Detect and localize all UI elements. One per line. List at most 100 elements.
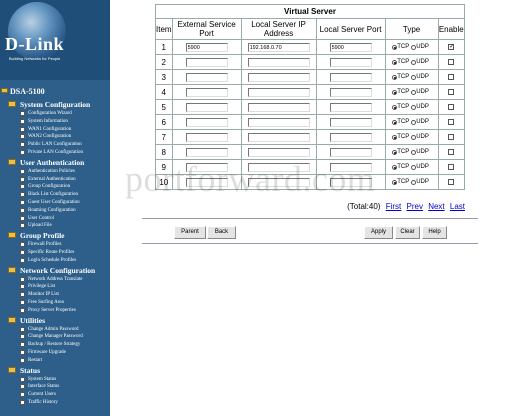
menu-item[interactable]: Private LAN Configuration [0, 149, 110, 157]
row-number: 5 [155, 99, 173, 115]
enable-checkbox[interactable] [448, 134, 455, 141]
menu-item[interactable]: Interface Status [0, 383, 110, 391]
folder-icon [8, 101, 16, 107]
menu-group[interactable]: Group Profile [0, 230, 110, 241]
menu-item[interactable]: Monitor IP List [0, 291, 110, 299]
menu-item[interactable]: System Information [0, 118, 110, 126]
tcp-label: TCP [397, 59, 410, 66]
menu-group[interactable]: System Configuration [0, 99, 110, 110]
menu-item[interactable]: Firewall Profiles [0, 241, 110, 249]
menu-group[interactable]: Utilities [0, 315, 110, 326]
tcp-label: TCP [397, 119, 410, 126]
page-icon [20, 168, 25, 174]
next-page-link[interactable]: Next [428, 202, 444, 211]
menu-group[interactable]: Network Configuration [0, 265, 110, 276]
dlink-logo: D-Link Building Networks for People [0, 0, 110, 80]
menu-item[interactable]: WAN1 Configuration [0, 126, 110, 134]
prev-page-link[interactable]: Prev [407, 202, 423, 211]
tcp-label: TCP [397, 74, 410, 81]
back-button[interactable]: Back [207, 226, 236, 239]
local-port-input[interactable] [329, 57, 372, 67]
menu-item[interactable]: Backup / Restore Strategy [0, 341, 110, 349]
enable-checkbox[interactable] [448, 74, 455, 81]
menu-item[interactable]: Privilege List [0, 283, 110, 291]
local-ip-input[interactable]: 192.168.0.70 [247, 42, 310, 52]
menu-item[interactable]: Network Address Translate [0, 276, 110, 284]
enable-checkbox[interactable] [448, 179, 455, 186]
menu-item[interactable]: Upload File [0, 222, 110, 230]
last-page-link[interactable]: Last [450, 202, 465, 211]
menu-item[interactable]: Authentication Policies [0, 168, 110, 176]
external-port-input[interactable] [185, 117, 228, 127]
external-port-input[interactable] [185, 57, 228, 67]
apply-button[interactable]: Apply [364, 226, 393, 239]
menu-item[interactable]: Guest User Configuration [0, 199, 110, 207]
menu-item[interactable]: User Control [0, 215, 110, 223]
local-port-input[interactable] [329, 72, 372, 82]
local-port-input[interactable] [329, 102, 372, 112]
external-port-input[interactable] [185, 102, 228, 112]
external-port-input[interactable]: 5900 [185, 42, 228, 52]
page-icon [20, 149, 25, 155]
enable-checkbox[interactable] [448, 119, 455, 126]
parent-button[interactable]: Parent [174, 226, 206, 239]
menu-item[interactable]: External Authentication [0, 176, 110, 184]
menu-item[interactable]: WAN2 Configuration [0, 133, 110, 141]
enable-checkbox[interactable] [448, 164, 455, 171]
external-port-input[interactable] [185, 87, 228, 97]
external-port-input[interactable] [185, 147, 228, 157]
menu-item[interactable]: Current Users [0, 391, 110, 399]
local-ip-input[interactable] [247, 102, 310, 112]
clear-button[interactable]: Clear [395, 226, 420, 239]
menu-item[interactable]: Configuration Wizard [0, 110, 110, 118]
page-icon [20, 392, 25, 398]
total-count: (Total:40) [347, 202, 381, 211]
local-ip-input[interactable] [247, 57, 310, 67]
menu-item[interactable]: Specific Route Profiles [0, 249, 110, 257]
local-ip-input[interactable] [247, 132, 310, 142]
local-port-input[interactable] [329, 87, 372, 97]
enable-checkbox[interactable] [448, 149, 455, 156]
enable-checkbox[interactable] [448, 104, 455, 111]
local-port-input[interactable] [329, 117, 372, 127]
menu-group[interactable]: Status [0, 365, 110, 376]
menu-item[interactable]: Firmware Upgrade [0, 349, 110, 357]
page-icon [20, 249, 25, 255]
udp-label: UDP [416, 44, 429, 51]
external-port-input[interactable] [185, 72, 228, 82]
help-button[interactable]: Help [422, 226, 447, 239]
local-port-input[interactable] [329, 132, 372, 142]
menu-item[interactable]: Change Admin Password [0, 326, 110, 334]
local-ip-input[interactable] [247, 87, 310, 97]
external-port-input[interactable] [185, 132, 228, 142]
local-ip-input[interactable] [247, 72, 310, 82]
menu-item[interactable]: Public LAN Configuration [0, 141, 110, 149]
tcp-label: TCP [397, 104, 410, 111]
menu-item[interactable]: Login Schedule Profiles [0, 257, 110, 265]
menu-item[interactable]: System Status [0, 376, 110, 384]
row-number: 7 [155, 129, 173, 145]
menu-item[interactable]: Group Configuration [0, 183, 110, 191]
menu-item[interactable]: Change Manager Password [0, 333, 110, 341]
menu-item[interactable]: Proxy Server Properties [0, 307, 110, 315]
pagination: (Total:40) First Prev Next Last [347, 202, 465, 211]
menu-item[interactable]: Free Surfing Area [0, 299, 110, 307]
device-model[interactable]: DSA-5100 [0, 82, 110, 99]
menu-group[interactable]: User Authentication [0, 157, 110, 168]
menu-item[interactable]: Traffic History [0, 399, 110, 407]
enable-checkbox[interactable]: ✓ [448, 44, 454, 51]
menu-item[interactable]: Roaming Configuration [0, 207, 110, 215]
local-port-input[interactable] [329, 147, 372, 157]
local-ip-input[interactable] [247, 147, 310, 157]
menu-item[interactable]: Black List Configuration [0, 191, 110, 199]
enable-checkbox[interactable] [448, 59, 455, 66]
udp-label: UDP [416, 149, 429, 156]
page-icon [20, 384, 25, 390]
enable-checkbox[interactable] [448, 89, 455, 96]
menu-item[interactable]: Restart [0, 357, 110, 365]
sidebar-menu: DSA-5100 System Configuration Configuratio… [0, 82, 110, 407]
first-page-link[interactable]: First [386, 202, 402, 211]
local-ip-input[interactable] [247, 117, 310, 127]
folder-icon [1, 88, 8, 93]
local-port-input[interactable]: 5900 [329, 42, 372, 52]
